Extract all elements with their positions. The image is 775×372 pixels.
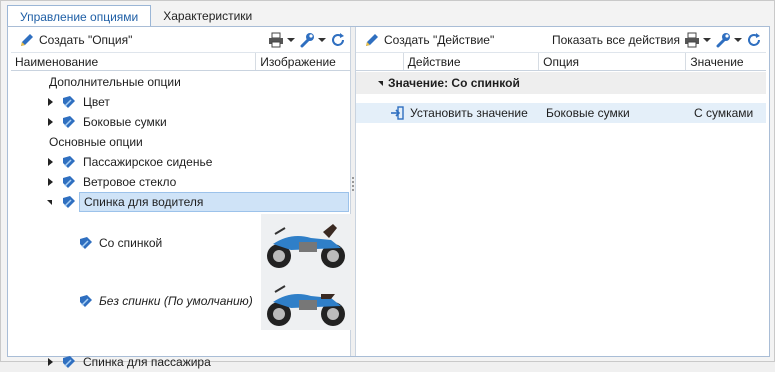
tab-characteristics[interactable]: Характеристики <box>151 5 264 27</box>
option-icon <box>63 156 75 168</box>
motorcycle-icon <box>267 285 345 326</box>
tab-strip: Управление опциями Характеристики <box>7 5 264 27</box>
set-value-icon <box>391 106 404 120</box>
options-column-header: Наименование Изображение <box>11 53 350 71</box>
action-cell: Установить значение <box>410 106 528 120</box>
wrench-icon[interactable] <box>299 32 315 48</box>
item-label: Боковые сумки <box>83 115 167 129</box>
collapse-icon[interactable] <box>47 200 52 205</box>
tab-content: Создать "Опция" Наименование Изображение… <box>7 26 770 369</box>
group-label: Основные опции <box>49 135 143 149</box>
value-cell: С сумками <box>694 106 754 120</box>
create-option-label: Создать "Опция" <box>39 32 133 47</box>
expand-icon[interactable] <box>48 178 53 186</box>
item-label: Пассажирское сиденье <box>83 155 213 169</box>
value-label: Со спинкой <box>99 236 163 250</box>
refresh-icon[interactable] <box>330 32 346 48</box>
print-icon[interactable] <box>268 32 284 48</box>
tree-value-with-backrest[interactable]: Со спинкой <box>11 214 351 272</box>
action-group-row[interactable]: Значение: Со спинкой <box>356 72 766 94</box>
print-icon[interactable] <box>684 32 700 48</box>
collapse-icon[interactable] <box>378 81 383 86</box>
wrench-icon[interactable] <box>715 32 731 48</box>
options-toolbar: Создать "Опция" <box>11 27 350 53</box>
value-label: Без спинки (По умолчанию) <box>99 294 253 308</box>
item-label: Ветровое стекло <box>83 175 177 189</box>
create-option-button[interactable]: Создать "Опция" <box>15 30 136 50</box>
column-image[interactable]: Изображение <box>256 53 350 70</box>
item-label: Спинка для пассажира <box>83 355 211 369</box>
expand-icon[interactable] <box>48 358 53 366</box>
expand-icon[interactable] <box>48 98 53 106</box>
pencil-icon <box>21 33 33 46</box>
tree-item-color[interactable]: Цвет <box>11 92 350 112</box>
option-icon <box>63 356 75 368</box>
tree-item-passenger-backrest[interactable]: Спинка для пассажира <box>11 352 350 372</box>
option-cell: Боковые сумки <box>546 106 630 120</box>
motorcycle-image <box>261 214 351 272</box>
value-icon <box>80 295 92 307</box>
tree-item-driver-backrest[interactable]: Спинка для водителя <box>11 192 350 212</box>
refresh-icon[interactable] <box>746 32 762 48</box>
tree-item-passenger-seat[interactable]: Пассажирское сиденье <box>11 152 350 172</box>
actions-column-header: Действие Опция Значение <box>356 53 766 71</box>
column-value[interactable]: Значение <box>686 53 766 70</box>
group-label: Дополнительные опции <box>49 75 181 89</box>
chevron-down-icon[interactable] <box>734 37 742 42</box>
motorcycle-icon <box>267 224 345 268</box>
actions-toolbar: Создать "Действие" Показать все действия <box>356 27 766 53</box>
create-action-label: Создать "Действие" <box>384 32 495 47</box>
tree-item-sidebags[interactable]: Боковые сумки <box>11 112 350 132</box>
tree-group-additional[interactable]: Дополнительные опции <box>11 72 350 92</box>
option-icon <box>63 196 75 208</box>
pencil-icon <box>366 33 378 46</box>
option-icon <box>63 176 75 188</box>
action-row[interactable]: Установить значение Боковые сумки С сумк… <box>356 103 766 123</box>
tree-value-without-backrest[interactable]: Без спинки (По умолчанию) <box>11 272 351 330</box>
motorcycle-image <box>261 272 351 330</box>
chevron-down-icon[interactable] <box>703 37 711 42</box>
chevron-down-icon[interactable] <box>287 37 295 42</box>
splitter-grip-icon <box>352 177 354 191</box>
group-label: Значение: Со спинкой <box>388 76 520 90</box>
chevron-down-icon[interactable] <box>318 37 326 42</box>
expand-icon[interactable] <box>48 158 53 166</box>
expand-icon[interactable] <box>48 118 53 126</box>
column-action[interactable]: Действие <box>404 53 540 70</box>
option-icon <box>63 96 75 108</box>
tree-item-windshield[interactable]: Ветровое стекло <box>11 172 350 192</box>
column-spacer <box>356 53 404 70</box>
value-icon <box>80 237 92 249</box>
tab-options-management[interactable]: Управление опциями <box>7 5 152 27</box>
show-all-actions-button[interactable]: Показать все действия <box>548 30 684 50</box>
column-option[interactable]: Опция <box>539 53 687 70</box>
actions-pane: Создать "Действие" Показать все действия… <box>355 27 766 356</box>
item-label: Цвет <box>83 95 110 109</box>
item-label: Спинка для водителя <box>79 192 349 212</box>
column-name[interactable]: Наименование <box>11 53 257 70</box>
create-action-button[interactable]: Создать "Действие" <box>360 30 498 50</box>
option-icon <box>63 116 75 128</box>
tree-group-basic[interactable]: Основные опции <box>11 132 350 152</box>
window-frame: Управление опциями Характеристики Создат… <box>0 0 775 369</box>
options-pane: Создать "Опция" Наименование Изображение… <box>11 27 351 369</box>
